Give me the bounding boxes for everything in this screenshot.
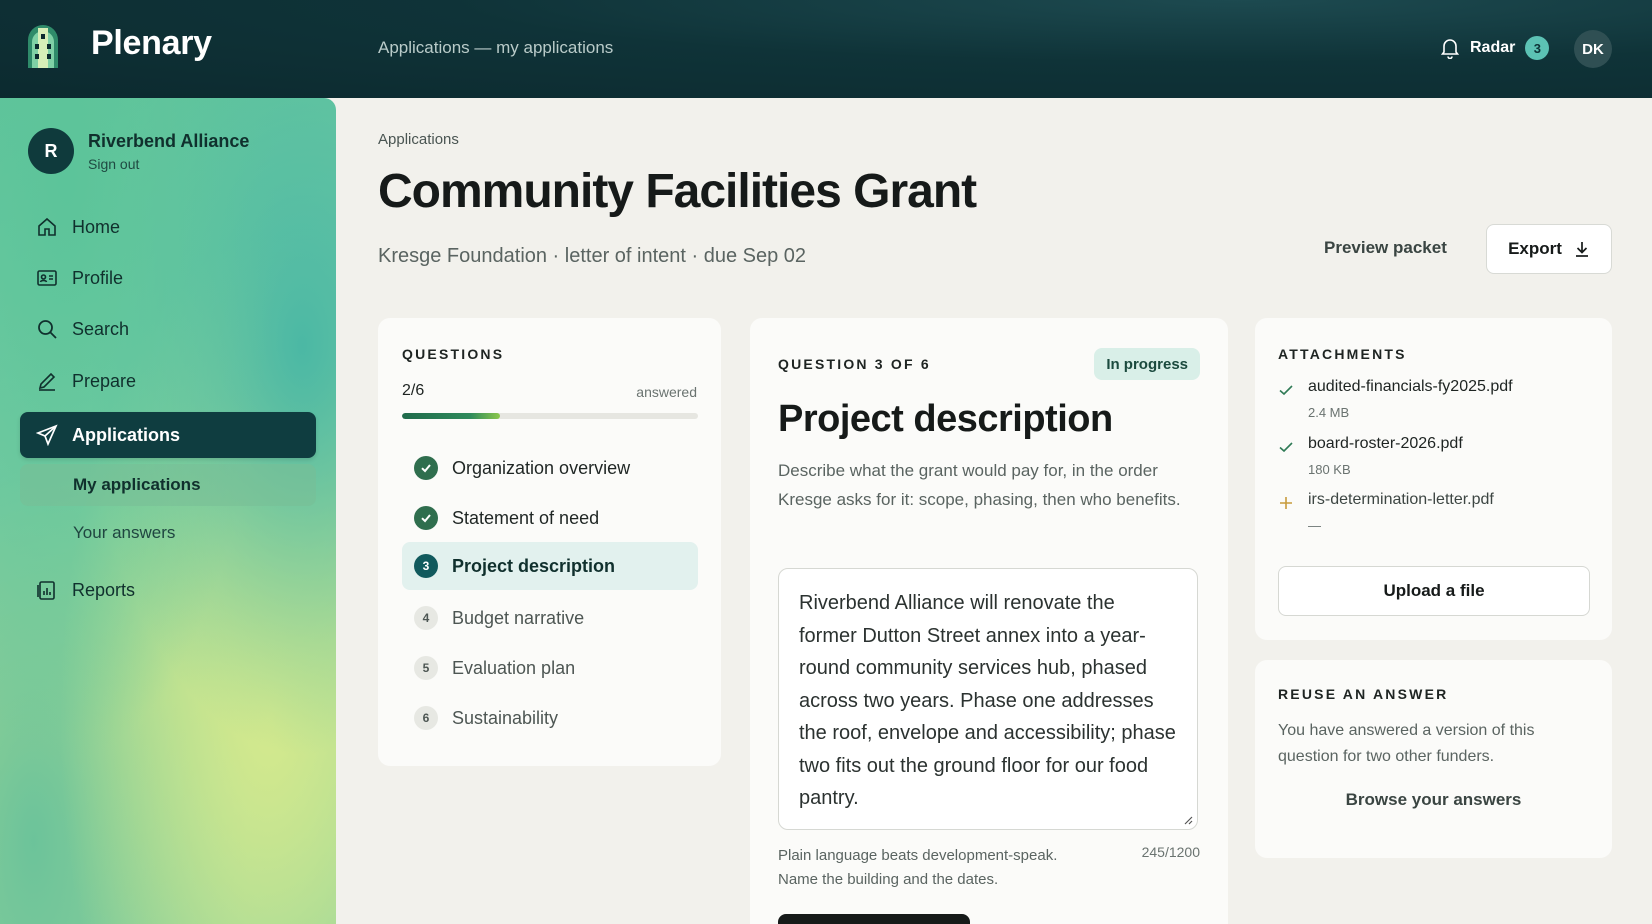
export-label: Export <box>1508 239 1562 258</box>
questions-progress-fill <box>402 413 500 419</box>
question-item-label: Evaluation plan <box>452 657 576 678</box>
attachment-name: irs-determination-letter.pdf <box>1308 491 1494 508</box>
org-name: Riverbend Alliance <box>88 130 250 151</box>
top-breadcrumb: Applications — my applications <box>378 38 614 57</box>
question-item-label: Sustainability <box>452 707 559 728</box>
attachments-card: ATTACHMENTS audited-financials-fy2025.pd… <box>1255 318 1612 640</box>
question-item[interactable]: Organization overview <box>402 444 698 492</box>
id-card-icon <box>37 270 57 286</box>
export-button[interactable]: Export <box>1486 224 1612 274</box>
question-item[interactable]: 6 Sustainability <box>402 694 698 742</box>
home-icon <box>38 217 56 236</box>
sidebar: R Riverbend Alliance Sign out Home Profi… <box>0 98 336 924</box>
attachment-item-missing[interactable]: irs-determination-letter.pdf — <box>1278 491 1494 533</box>
top-bar: Plenary Applications — my applications R… <box>0 0 1652 98</box>
sidebar-item-prepare[interactable]: Prepare <box>20 358 316 404</box>
check-icon <box>414 456 438 480</box>
question-item-label: Statement of need <box>452 507 600 528</box>
questions-heading: QUESTIONS <box>402 346 505 362</box>
questions-count: 2/6 <box>402 382 425 399</box>
download-icon <box>1575 242 1588 257</box>
brand-name[interactable]: Plenary <box>91 24 212 63</box>
sidebar-subitem-your-answers[interactable]: Your answers <box>20 512 316 554</box>
breadcrumb[interactable]: Applications <box>378 131 459 148</box>
answer-hint: Plain language beats development-speak. … <box>778 847 1058 888</box>
pencil-icon <box>38 372 56 391</box>
attachments-heading: ATTACHMENTS <box>1278 346 1407 362</box>
question-item[interactable]: Statement of need <box>402 494 698 542</box>
question-number: 4 <box>414 606 438 630</box>
status-badge: In progress <box>1094 348 1200 380</box>
upload-file-button[interactable]: Upload a file <box>1278 566 1590 616</box>
question-number: 5 <box>414 656 438 680</box>
character-count: 245/1200 <box>1141 844 1200 860</box>
page-title: Community Facilities Grant <box>378 165 977 218</box>
bell-icon <box>1440 39 1460 59</box>
sidebar-item-label: Profile <box>72 267 124 288</box>
question-item[interactable]: 5 Evaluation plan <box>402 644 698 692</box>
question-item-label: Budget narrative <box>452 607 585 628</box>
page-subtitle: Kresge Foundation · letter of intent · d… <box>378 245 807 267</box>
sidebar-item-label: Home <box>72 216 121 237</box>
question-title: Project description <box>778 398 1113 440</box>
attachment-item[interactable]: board-roster-2026.pdf 180 KB <box>1278 435 1463 477</box>
question-description: Describe what the grant would pay for, i… <box>778 461 1181 509</box>
question-editor-card: QUESTION 3 OF 6 In progress Project desc… <box>750 318 1228 924</box>
questions-answered-label: answered <box>636 384 697 400</box>
resize-grip-icon[interactable] <box>1183 815 1193 825</box>
radar-button[interactable]: Radar 3 <box>1440 36 1550 60</box>
sidebar-item-label: Prepare <box>72 370 137 391</box>
questions-progress-bar <box>402 413 698 419</box>
question-item-label: Organization overview <box>452 457 631 478</box>
question-number: 6 <box>414 706 438 730</box>
primary-action-button[interactable] <box>778 914 970 924</box>
sidebar-item-reports[interactable]: Reports <box>20 567 316 613</box>
radar-label: Radar <box>1470 39 1516 56</box>
attachment-size: — <box>1308 518 1321 533</box>
logo-icon[interactable] <box>26 22 60 70</box>
answer-textarea[interactable]: Riverbend Alliance will renovate the for… <box>778 568 1198 830</box>
preview-packet-button[interactable]: Preview packet <box>1302 224 1469 272</box>
plus-icon <box>1280 497 1292 509</box>
check-icon <box>1279 442 1293 453</box>
org-avatar: R <box>28 128 74 174</box>
sidebar-item-profile[interactable]: Profile <box>20 255 316 301</box>
attachment-name: board-roster-2026.pdf <box>1308 435 1463 452</box>
attachment-size: 2.4 MB <box>1308 405 1350 420</box>
sidebar-item-search[interactable]: Search <box>20 306 316 352</box>
answer-text: Riverbend Alliance will renovate the for… <box>799 592 1176 809</box>
question-item[interactable]: 4 Budget narrative <box>402 594 698 642</box>
sidebar-item-applications[interactable]: Applications <box>20 412 316 458</box>
org-switcher[interactable]: R Riverbend Alliance Sign out <box>28 128 249 174</box>
questions-card: QUESTIONS 2/6 answered Organization over… <box>378 318 721 766</box>
check-icon <box>414 506 438 530</box>
attachment-name: audited-financials-fy2025.pdf <box>1308 378 1513 395</box>
check-icon <box>1279 385 1293 396</box>
sidebar-item-label: Reports <box>72 579 136 600</box>
search-icon <box>38 320 57 339</box>
question-item-label: Project description <box>452 555 616 576</box>
send-icon <box>36 424 58 446</box>
question-number: 3 <box>414 554 438 578</box>
sidebar-item-label: Applications <box>72 424 181 445</box>
sidebar-subitem-my-applications[interactable]: My applications <box>20 464 316 506</box>
question-item-current[interactable]: 3 Project description <box>402 542 698 590</box>
browse-answers-link[interactable]: Browse your answers <box>1255 790 1612 810</box>
reuse-heading: REUSE AN ANSWER <box>1278 686 1449 702</box>
attachment-item[interactable]: audited-financials-fy2025.pdf 2.4 MB <box>1278 378 1513 420</box>
attachment-size: 180 KB <box>1308 462 1351 477</box>
reuse-answer-card: REUSE AN ANSWER You have answered a vers… <box>1255 660 1612 858</box>
report-icon <box>37 581 55 600</box>
question-counter: QUESTION 3 OF 6 <box>778 356 931 372</box>
radar-count-badge: 3 <box>1525 36 1550 60</box>
user-avatar[interactable]: DK <box>1574 30 1612 68</box>
sign-out-link[interactable]: Sign out <box>88 156 249 172</box>
sidebar-item-home[interactable]: Home <box>20 204 316 250</box>
sidebar-item-label: Search <box>72 318 130 339</box>
reuse-description: You have answered a version of this ques… <box>1278 722 1535 765</box>
